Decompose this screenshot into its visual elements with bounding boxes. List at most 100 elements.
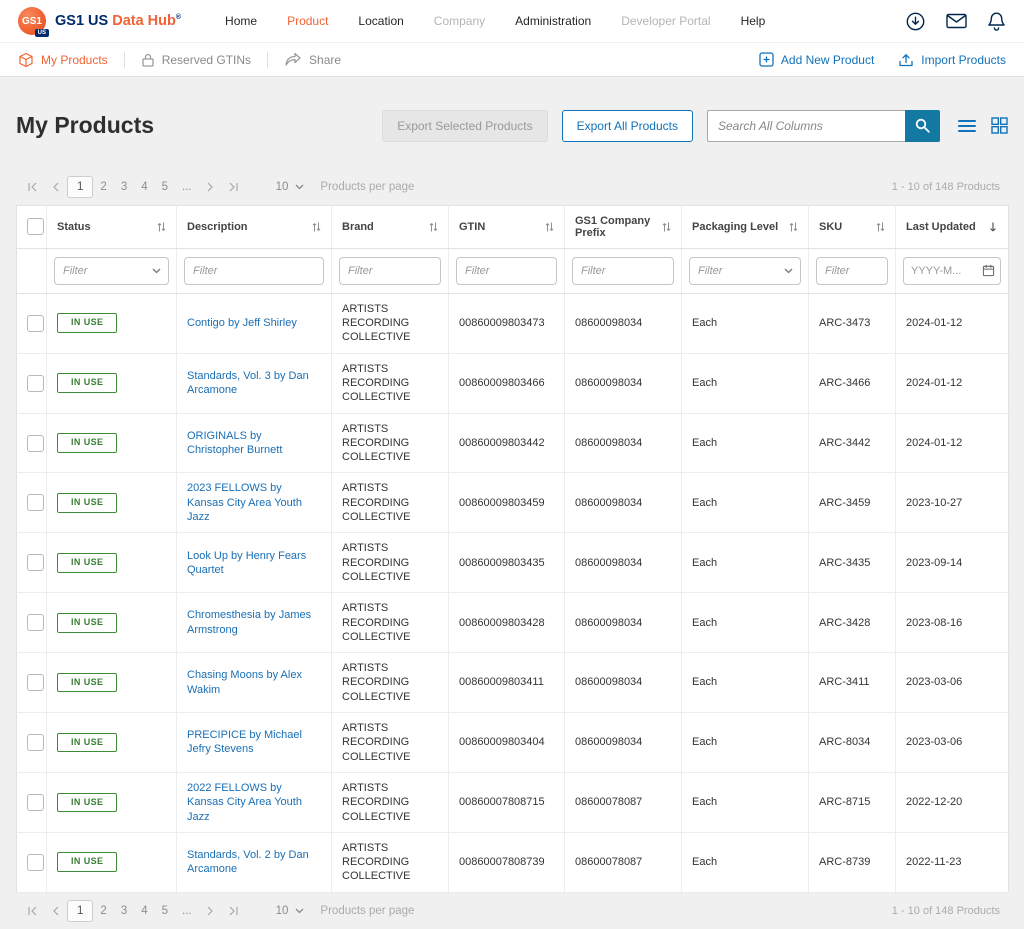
page-size-select[interactable]: 10: [276, 905, 305, 917]
last-page-button[interactable]: [221, 182, 246, 192]
description-link[interactable]: 2023 FELLOWS by Kansas City Area Youth J…: [187, 482, 302, 523]
page-number-4[interactable]: 4: [134, 901, 154, 921]
packaging-filter-input[interactable]: [689, 257, 801, 285]
row-checkbox[interactable]: [27, 375, 44, 392]
description-link[interactable]: Look Up by Henry Fears Quartet: [187, 550, 306, 576]
export-all-button[interactable]: Export All Products: [562, 110, 693, 142]
page-number-3[interactable]: 3: [114, 901, 134, 921]
next-page-button[interactable]: [199, 182, 221, 192]
prev-page-button[interactable]: [45, 906, 67, 916]
page-number-2[interactable]: 2: [93, 177, 113, 197]
prefix-filter-input[interactable]: [572, 257, 674, 285]
row-checkbox[interactable]: [27, 494, 44, 511]
sort-icon[interactable]: [545, 221, 554, 233]
sort-desc-icon[interactable]: [988, 221, 998, 233]
grid-view-icon[interactable]: [991, 117, 1008, 134]
mail-icon[interactable]: [946, 13, 967, 29]
brand-filter-input[interactable]: [339, 257, 441, 285]
last-page-button[interactable]: [221, 906, 246, 916]
column-header-sku[interactable]: SKU: [809, 205, 896, 248]
tab-share[interactable]: Share: [284, 52, 341, 67]
first-page-button[interactable]: [20, 906, 45, 916]
gtin-cell: 00860009803435: [449, 533, 565, 593]
packaging-filter-select[interactable]: [689, 257, 801, 285]
gtin-cell: 00860009803473: [449, 293, 565, 353]
row-checkbox[interactable]: [27, 554, 44, 571]
nav-location[interactable]: Location: [358, 14, 403, 28]
list-view-icon[interactable]: [958, 119, 976, 133]
sort-icon[interactable]: [662, 221, 671, 233]
column-label: Last Updated: [906, 221, 976, 233]
column-header-last-updated[interactable]: Last Updated: [896, 205, 1009, 248]
row-checkbox[interactable]: [27, 794, 44, 811]
status-badge: IN USE: [57, 673, 117, 693]
gtin-filter-input[interactable]: [456, 257, 557, 285]
first-page-button[interactable]: [20, 182, 45, 192]
add-new-product-button[interactable]: Add New Product: [759, 52, 874, 67]
nav-administration[interactable]: Administration: [515, 14, 591, 28]
nav-home[interactable]: Home: [225, 14, 257, 28]
column-header-description[interactable]: Description: [177, 205, 332, 248]
description-link[interactable]: PRECIPICE by Michael Jefry Stevens: [187, 729, 302, 755]
sort-icon[interactable]: [312, 221, 321, 233]
description-filter-input[interactable]: [184, 257, 324, 285]
description-link[interactable]: ORIGINALS by Christopher Burnett: [187, 430, 282, 456]
column-header-packaging[interactable]: Packaging Level: [682, 205, 809, 248]
row-checkbox[interactable]: [27, 674, 44, 691]
description-link[interactable]: Chasing Moons by Alex Wakim: [187, 669, 302, 695]
page-number-1[interactable]: 1: [67, 176, 93, 198]
row-checkbox[interactable]: [27, 734, 44, 751]
select-all-checkbox[interactable]: [27, 218, 44, 235]
column-header-prefix[interactable]: GS1 Company Prefix: [565, 205, 682, 248]
date-filter-input[interactable]: [904, 265, 976, 277]
column-header-brand[interactable]: Brand: [332, 205, 449, 248]
filter-description-cell: [177, 248, 332, 293]
sort-icon[interactable]: [876, 221, 885, 233]
calendar-icon[interactable]: [976, 258, 1000, 284]
row-checkbox[interactable]: [27, 315, 44, 332]
description-cell: Standards, Vol. 2 by Dan Arcamone: [177, 832, 332, 892]
download-icon[interactable]: [905, 11, 926, 32]
column-label: Status: [57, 221, 91, 233]
import-products-button[interactable]: Import Products: [898, 52, 1006, 68]
page-number-5[interactable]: 5: [155, 177, 175, 197]
row-checkbox[interactable]: [27, 435, 44, 452]
description-link[interactable]: Chromesthesia by James Armstrong: [187, 609, 311, 635]
row-checkbox[interactable]: [27, 854, 44, 871]
page-number-1[interactable]: 1: [67, 900, 93, 922]
bell-icon[interactable]: [987, 11, 1006, 32]
table-row: IN USE Chromesthesia by James Armstrong …: [17, 593, 1009, 653]
updated-cell: 2024-01-12: [896, 293, 1009, 353]
description-link[interactable]: Standards, Vol. 3 by Dan Arcamone: [187, 370, 309, 396]
prev-page-button[interactable]: [45, 182, 67, 192]
tab-my-products[interactable]: My Products: [18, 52, 108, 68]
description-link[interactable]: Contigo by Jeff Shirley: [187, 317, 297, 329]
sort-icon[interactable]: [157, 221, 166, 233]
sku-filter-input[interactable]: [816, 257, 888, 285]
column-header-gtin[interactable]: GTIN: [449, 205, 565, 248]
page-number-3[interactable]: 3: [114, 177, 134, 197]
page-number-4[interactable]: 4: [134, 177, 154, 197]
nav-product[interactable]: Product: [287, 14, 328, 28]
column-label: Packaging Level: [692, 221, 778, 233]
search-group: [707, 110, 940, 142]
search-input[interactable]: [707, 110, 905, 142]
export-selected-button[interactable]: Export Selected Products: [382, 110, 547, 142]
page-number-5[interactable]: 5: [155, 901, 175, 921]
status-filter-input[interactable]: [54, 257, 169, 285]
page-size-select[interactable]: 10: [276, 181, 305, 193]
nav-help[interactable]: Help: [741, 14, 766, 28]
next-page-button[interactable]: [199, 906, 221, 916]
search-button[interactable]: [905, 110, 940, 142]
box-icon: [18, 52, 34, 68]
sort-icon[interactable]: [789, 221, 798, 233]
row-checkbox[interactable]: [27, 614, 44, 631]
sort-icon[interactable]: [429, 221, 438, 233]
status-filter-select[interactable]: [54, 257, 169, 285]
description-link[interactable]: 2022 FELLOWS by Kansas City Area Youth J…: [187, 782, 302, 823]
column-header-status[interactable]: Status: [47, 205, 177, 248]
tab-reserved-gtins[interactable]: Reserved GTINs: [141, 52, 251, 68]
description-link[interactable]: Standards, Vol. 2 by Dan Arcamone: [187, 849, 309, 875]
status-badge: IN USE: [57, 733, 117, 753]
page-number-2[interactable]: 2: [93, 901, 113, 921]
